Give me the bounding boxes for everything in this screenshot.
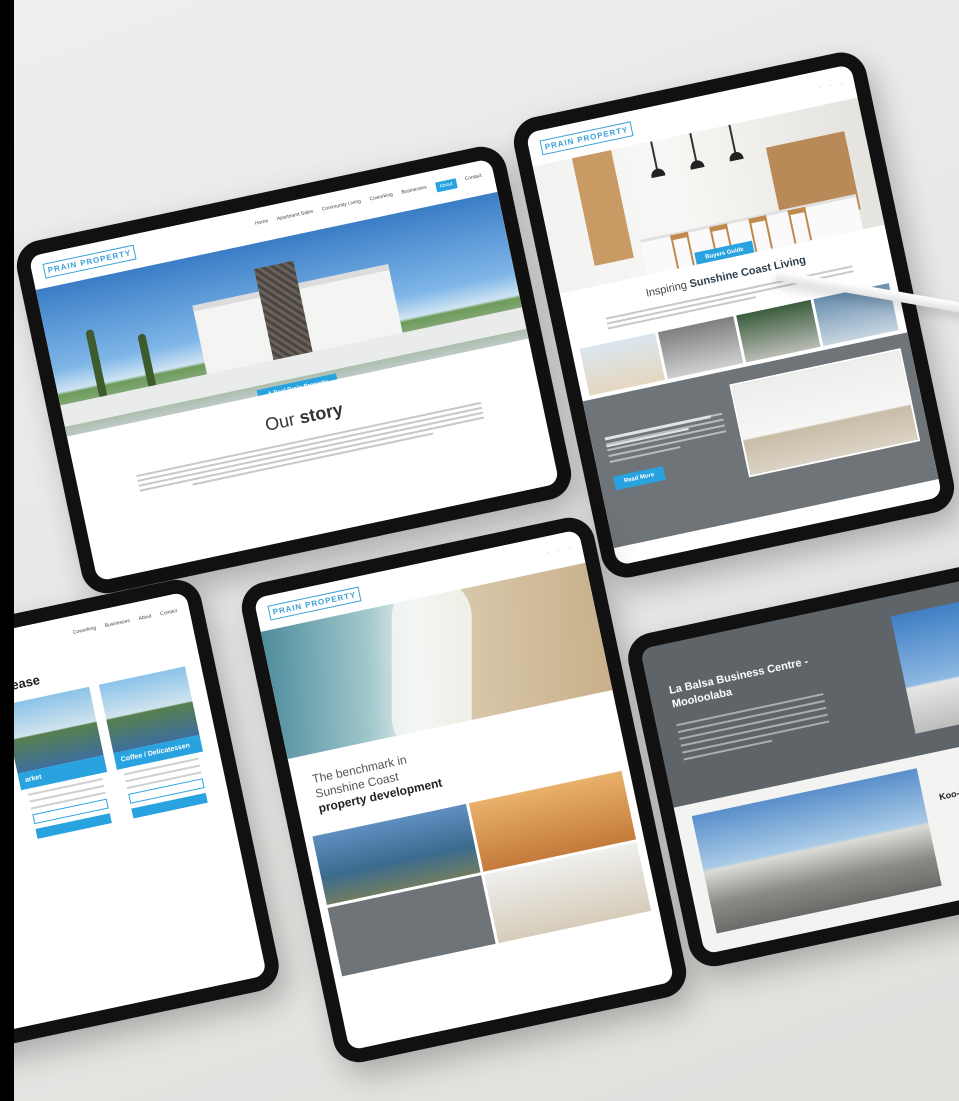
lease-card[interactable]: arket — [14, 686, 119, 845]
nav-item-coworking[interactable]: Coworking — [72, 625, 96, 636]
panel-text: Read More — [604, 409, 733, 491]
screen-benchmark: PRAIN PROPERTY · · · The benchmark in Su… — [253, 529, 675, 1051]
tablet-lease: Coworking Businesses About Contact r lea… — [14, 575, 284, 1065]
palm-tree — [137, 333, 157, 389]
tablet-business: La Balsa Business Centre - Mooloolaba Ko… — [623, 549, 959, 971]
nav-item[interactable]: · — [819, 85, 822, 91]
pendant-light — [728, 124, 737, 155]
white-section: Koo-Ti Moore — [673, 724, 959, 955]
screen-living: PRAIN PROPERTY · · · Buyers Guide Inspir… — [525, 64, 943, 566]
mockup-scene: PRAIN PROPERTY Home Apartment Sales Comm… — [14, 0, 959, 1101]
nav-item-apartment-sales[interactable]: Apartment Sales — [276, 209, 314, 226]
kitchen-cabinet — [571, 149, 634, 266]
nav-item-about[interactable]: About — [138, 613, 152, 622]
tablet-our-story: PRAIN PROPERTY Home Apartment Sales Comm… — [14, 141, 576, 599]
nav-item[interactable]: · — [557, 548, 560, 554]
street-building-photo — [691, 768, 942, 934]
tablet-benchmark: PRAIN PROPERTY · · · The benchmark in Su… — [236, 512, 692, 1068]
nav-item-coworking[interactable]: Coworking — [369, 192, 394, 207]
nav-item-about[interactable]: About — [434, 178, 458, 193]
nav-item-home[interactable]: Home — [255, 218, 270, 231]
nav-item[interactable]: · — [568, 546, 571, 552]
nav-item[interactable]: · — [840, 81, 843, 87]
nav-menu: · · · — [819, 81, 843, 92]
nav-item-businesses[interactable]: Businesses — [401, 185, 428, 200]
nav-item[interactable]: · — [830, 83, 833, 89]
screen-business: La Balsa Business Centre - Mooloolaba Ko… — [639, 565, 959, 955]
palm-tree — [85, 328, 108, 400]
pendant-light — [650, 141, 659, 171]
partial-heading: Koo-Ti Moore — [938, 780, 959, 803]
screen-our-story: PRAIN PROPERTY Home Apartment Sales Comm… — [28, 158, 560, 582]
pendant-light — [689, 132, 698, 163]
interior-photo — [729, 348, 921, 478]
lease-card[interactable]: Coffee / Delicatessen — [98, 666, 215, 824]
nav-item-contact[interactable]: Contact — [464, 173, 483, 186]
tablet-living: PRAIN PROPERTY · · · Buyers Guide Inspir… — [509, 47, 959, 583]
nav-item-community-living[interactable]: Community Living — [321, 198, 362, 216]
screen-lease: Coworking Businesses About Contact r lea… — [14, 591, 267, 1049]
lease-cards: arket Coffee / Delicatessen — [14, 659, 231, 880]
nav-item[interactable]: · — [547, 550, 550, 556]
nav-menu: · · · — [547, 546, 571, 557]
nav-item-contact[interactable]: Contact — [160, 608, 178, 617]
read-more-button[interactable]: Read More — [612, 466, 666, 491]
building-photo — [890, 585, 959, 734]
nav-item-businesses[interactable]: Businesses — [104, 618, 130, 629]
